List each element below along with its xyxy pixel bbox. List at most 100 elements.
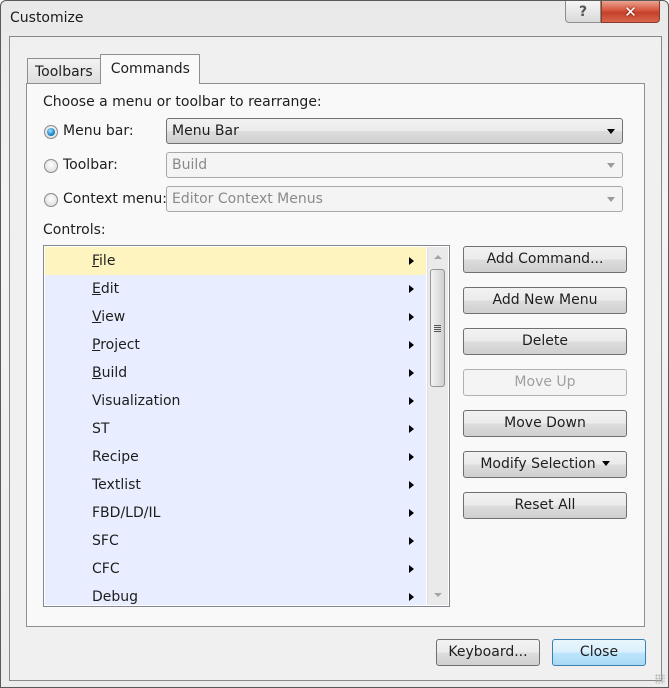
controls-item-label: SFC — [92, 533, 119, 549]
controls-item-label: Build — [92, 365, 127, 381]
label-text: SFC — [92, 533, 119, 549]
controls-label: Controls: — [43, 222, 106, 238]
submenu-arrow-icon — [409, 285, 414, 293]
reset-all-button[interactable]: Reset All — [463, 492, 627, 519]
tab-strip: Toolbars Commands — [27, 54, 200, 84]
resize-grip-icon[interactable] — [655, 674, 665, 684]
submenu-arrow-icon — [409, 453, 414, 461]
menu-bar-label: Menu bar: — [63, 123, 134, 139]
controls-list-item[interactable]: Recipe — [45, 443, 426, 471]
dropdown-arrow-icon — [607, 129, 615, 134]
controls-item-label: Debug — [92, 589, 138, 605]
controls-list-item[interactable]: Project — [45, 331, 426, 359]
controls-item-label: Visualization — [92, 393, 180, 409]
controls-list-item[interactable]: SFC — [45, 527, 426, 555]
delete-button[interactable]: Delete — [463, 328, 627, 355]
label-text: Debug — [92, 589, 139, 605]
close-button[interactable]: Close — [552, 639, 646, 666]
submenu-arrow-icon — [409, 313, 414, 321]
submenu-arrow-icon — [409, 537, 414, 545]
controls-list-item[interactable]: Edit — [45, 275, 426, 303]
context-menu-combo[interactable]: Editor Context Menus — [166, 186, 623, 212]
controls-item-label: Project — [92, 337, 140, 353]
scroll-down-arrow-icon[interactable] — [434, 593, 442, 597]
scroll-up-arrow-icon[interactable] — [434, 255, 442, 259]
dropdown-arrow-icon — [607, 163, 615, 168]
modify-selection-button[interactable]: Modify Selection — [463, 451, 627, 478]
mnemonic-letter: P — [92, 337, 101, 353]
submenu-arrow-icon — [409, 341, 414, 349]
dropdown-caret-icon — [601, 460, 610, 466]
controls-item-label: Textlist — [92, 477, 141, 493]
controls-list[interactable]: File Edit View Project Build Visualization ST R… — [43, 245, 450, 607]
menu-bar-combo-value: Menu Bar — [172, 123, 239, 139]
keyboard-button[interactable]: Keyboard... — [436, 639, 540, 666]
label-text: iew — [101, 309, 126, 325]
modify-selection-label: Modify Selection — [480, 456, 596, 472]
controls-item-label: CFC — [92, 561, 120, 577]
controls-item-label: View — [92, 309, 125, 325]
label-text: ile — [99, 253, 116, 269]
controls-list-item[interactable]: Debug — [45, 583, 426, 605]
mnemonic-letter: B — [92, 365, 102, 381]
label-text: Visualization — [92, 393, 181, 409]
toolbar-radio[interactable] — [44, 159, 58, 173]
submenu-arrow-icon — [409, 509, 414, 517]
menu-bar-combo[interactable]: Menu Bar — [166, 118, 623, 144]
dropdown-arrow-icon — [607, 197, 615, 202]
controls-list-item[interactable]: Visualization — [45, 387, 426, 415]
controls-list-item[interactable]: Textlist — [45, 471, 426, 499]
window-title: Customize — [10, 10, 84, 26]
controls-list-item[interactable]: CFC — [45, 555, 426, 583]
move-down-button[interactable]: Move Down — [463, 410, 627, 437]
context-menu-radio[interactable] — [44, 193, 58, 207]
question-mark-icon: ? — [578, 3, 588, 20]
controls-list-item[interactable]: File — [45, 247, 426, 275]
controls-item-label: File — [92, 253, 115, 269]
add-command-button[interactable]: Add Command... — [463, 246, 627, 273]
controls-list-item[interactable]: FBD/LD/IL — [45, 499, 426, 527]
label-text: ST — [92, 421, 110, 437]
submenu-arrow-icon — [409, 257, 414, 265]
label-text: roject — [100, 337, 140, 353]
help-button[interactable]: ? — [565, 1, 601, 23]
controls-item-label: Edit — [92, 281, 119, 297]
choose-menu-label: Choose a menu or toolbar to rearrange: — [43, 94, 322, 110]
controls-list-item[interactable]: View — [45, 303, 426, 331]
window-close-button[interactable]: ✕ — [601, 1, 660, 23]
label-text: dit — [100, 281, 120, 297]
toolbar-label: Toolbar: — [63, 157, 118, 173]
mnemonic-letter: E — [92, 281, 101, 297]
label-text: Textlist — [92, 477, 141, 493]
close-x-icon: ✕ — [624, 2, 637, 21]
label-text: CFC — [92, 561, 120, 577]
submenu-arrow-icon — [409, 481, 414, 489]
label-text: uild — [101, 365, 128, 381]
scrollbar-thumb[interactable] — [430, 269, 445, 387]
mnemonic-letter: F — [92, 253, 100, 269]
dialog-client-area: Toolbars Commands Choose a menu or toolb… — [9, 36, 662, 681]
caption-buttons: ? ✕ — [565, 1, 660, 23]
commands-tab-panel: Choose a menu or toolbar to rearrange: M… — [26, 83, 645, 627]
controls-list-item[interactable]: Build — [45, 359, 426, 387]
customize-dialog: Customize ? ✕ Toolbars Commands Choose a… — [0, 0, 669, 688]
submenu-arrow-icon — [409, 425, 414, 433]
context-menu-combo-value: Editor Context Menus — [172, 191, 323, 207]
add-new-menu-button[interactable]: Add New Menu — [463, 287, 627, 314]
submenu-arrow-icon — [409, 565, 414, 573]
controls-scrollbar[interactable] — [427, 247, 448, 605]
submenu-arrow-icon — [409, 369, 414, 377]
label-text: Recipe — [92, 449, 139, 465]
tab-toolbars[interactable]: Toolbars — [27, 58, 100, 83]
label-text: FBD/LD/IL — [92, 505, 161, 521]
controls-item-label: ST — [92, 421, 109, 437]
controls-list-item[interactable]: ST — [45, 415, 426, 443]
toolbar-combo[interactable]: Build — [166, 152, 623, 178]
tab-commands[interactable]: Commands — [99, 54, 200, 84]
menu-bar-radio[interactable] — [44, 125, 58, 139]
controls-item-label: Recipe — [92, 449, 139, 465]
mnemonic-letter: V — [92, 309, 102, 325]
submenu-arrow-icon — [409, 397, 414, 405]
controls-item-label: FBD/LD/IL — [92, 505, 160, 521]
move-up-button[interactable]: Move Up — [463, 369, 627, 396]
